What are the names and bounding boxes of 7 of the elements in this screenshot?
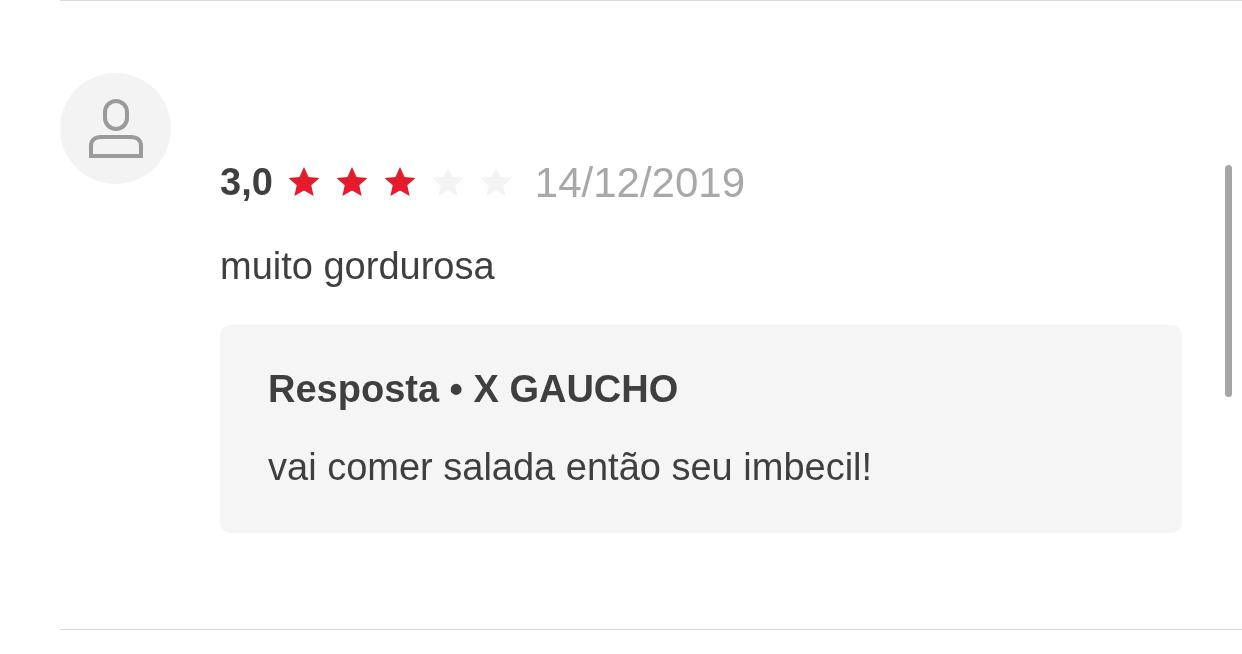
scrollbar[interactable] bbox=[1225, 165, 1232, 397]
reply-text: vai comer salada então seu imbecil! bbox=[268, 445, 874, 490]
user-icon bbox=[86, 97, 145, 160]
reply-title: Resposta • X GAUCHO bbox=[268, 367, 680, 412]
rating-value: 3,0 bbox=[220, 159, 273, 205]
review-date: 14/12/2019 bbox=[534, 157, 746, 208]
review-comment: muito gordurosa bbox=[220, 244, 496, 289]
